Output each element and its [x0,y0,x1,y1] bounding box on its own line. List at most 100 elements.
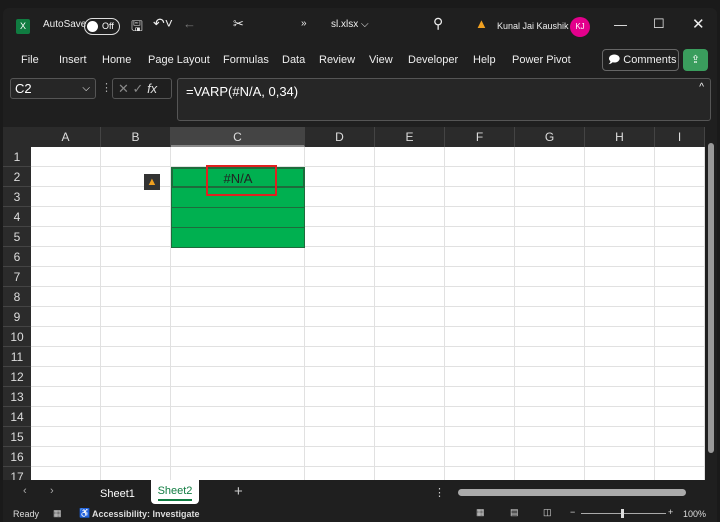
row-header-5[interactable]: 5 [3,227,31,247]
error-warning-icon[interactable]: ▲ [144,174,160,190]
name-box[interactable]: C2 ⌵ [10,78,96,99]
next-sheet-icon[interactable]: › [50,485,54,497]
tab-review[interactable]: Review [319,54,355,66]
more-icon[interactable]: » [301,18,307,29]
cell-C4[interactable] [171,207,305,228]
spreadsheet-grid[interactable]: A B C D E F G H I 1 2 3 4 5 6 7 8 9 10 11 12 13 14 15 16 17 #N/A ▲ [3,127,705,480]
tab-insert[interactable]: Insert [59,54,87,66]
gridline [514,147,515,480]
column-header-E[interactable]: E [375,127,445,147]
row-header-10[interactable]: 10 [3,327,31,347]
horizontal-scrollbar[interactable] [458,489,686,496]
maximize-icon[interactable]: ☐ [653,16,665,32]
tab-file[interactable]: File [21,54,39,66]
status-ready: Ready [13,509,40,519]
macro-icon[interactable]: ▦ [53,508,62,519]
tab-formulas[interactable]: Formulas [223,54,269,66]
comments-button[interactable]: 🗩 Comments [602,49,679,71]
row-header-6[interactable]: 6 [3,247,31,267]
add-sheet-icon[interactable]: + [234,483,243,500]
column-header-C[interactable]: C [171,127,305,147]
gridline [31,346,705,347]
row-header-11[interactable]: 11 [3,347,31,367]
search-icon[interactable]: ⚲ [433,15,443,32]
options-icon[interactable]: ⋮ [434,486,445,499]
vertical-scrollbar[interactable] [705,127,717,480]
tab-developer[interactable]: Developer [408,54,458,66]
row-header-13[interactable]: 13 [3,387,31,407]
accessibility-status[interactable]: Accessibility: Investigate [92,509,200,519]
column-header-I[interactable]: I [655,127,705,147]
prev-sheet-icon[interactable]: ‹ [23,485,27,497]
row-header-14[interactable]: 14 [3,407,31,427]
column-header-F[interactable]: F [445,127,515,147]
gridline [654,147,655,480]
zoom-out-icon[interactable]: − [570,507,575,517]
minimize-icon[interactable]: — [614,17,627,32]
filename[interactable]: sl.xlsx [331,19,358,30]
row-header-2[interactable]: 2 [3,167,31,187]
cut-icon[interactable]: ✂ [233,16,244,32]
column-header-H[interactable]: H [585,127,655,147]
gridline [444,147,445,480]
row-header-7[interactable]: 7 [3,267,31,287]
row-header-8[interactable]: 8 [3,287,31,307]
chevron-down-icon[interactable]: ⌵ [361,19,369,30]
select-all-corner[interactable] [3,127,31,147]
tab-power-pivot[interactable]: Power Pivot [512,54,571,66]
row-header-3[interactable]: 3 [3,187,31,207]
gridline [31,326,705,327]
undo-icon[interactable]: ↶˅ [153,15,173,32]
row-header-16[interactable]: 16 [3,447,31,467]
user-name: Kunal Jai Kaushik [497,21,569,31]
formula-buttons: ✕ ✓ fx [112,78,172,99]
redo-icon[interactable]: ← [183,16,196,31]
zoom-in-icon[interactable]: + [668,507,673,517]
row-header-4[interactable]: 4 [3,207,31,227]
row-header-15[interactable]: 15 [3,427,31,447]
excel-window: X AutoSave Off 🖫 ↶˅ ← ✂ » sl.xlsx ⌵ ⚲ ▲ … [3,8,717,522]
function-icon[interactable]: fx [147,81,157,96]
zoom-slider[interactable] [581,509,666,518]
cancel-icon[interactable]: ✕ [118,81,129,96]
autosave-label: AutoSave [43,19,87,30]
gridline [31,266,705,267]
enter-icon[interactable]: ✓ [133,81,144,96]
normal-view-icon[interactable]: ▦ [476,507,485,518]
row-header-17[interactable]: 17 [3,467,31,480]
sheet-tab-sheet2[interactable]: Sheet2 [151,480,199,504]
gridline [100,147,101,480]
row-header-1[interactable]: 1 [3,147,31,167]
close-icon[interactable]: ✕ [692,15,705,33]
tab-view[interactable]: View [369,54,393,66]
share-button[interactable]: ⇪ [683,49,708,71]
zoom-level[interactable]: 100% [683,509,706,519]
gridline [31,286,705,287]
formula-input[interactable]: =VARP(#N/A, 0,34) ^ [177,78,711,121]
page-layout-icon[interactable]: ▤ [510,507,519,518]
status-bar: Ready ▦ ♿ Accessibility: Investigate ▦ ▤… [3,506,717,522]
tab-home[interactable]: Home [102,54,131,66]
title-bar: X AutoSave Off 🖫 ↶˅ ← ✂ » sl.xlsx ⌵ ⚲ ▲ … [3,8,717,46]
row-header-12[interactable]: 12 [3,367,31,387]
save-icon[interactable]: 🖫 [131,16,143,40]
row-header-9[interactable]: 9 [3,307,31,327]
gridline [31,426,705,427]
column-header-A[interactable]: A [31,127,101,147]
column-header-D[interactable]: D [305,127,375,147]
gridline [31,246,705,247]
accessibility-icon[interactable]: ♿ [79,508,90,519]
column-header-B[interactable]: B [101,127,171,147]
tab-help[interactable]: Help [473,54,496,66]
tab-page-layout[interactable]: Page Layout [148,54,210,66]
tab-data[interactable]: Data [282,54,305,66]
more-options-icon[interactable]: ⋮ [101,81,112,94]
avatar[interactable]: KJ [570,17,590,37]
sheet-tab-sheet1[interactable]: Sheet1 [100,488,135,500]
autosave-toggle[interactable]: Off [84,18,120,35]
page-break-icon[interactable]: ◫ [543,507,552,518]
cell-C5[interactable] [171,227,305,248]
collapse-icon[interactable]: ^ [699,82,704,93]
column-header-G[interactable]: G [515,127,585,147]
gridline [31,226,705,227]
